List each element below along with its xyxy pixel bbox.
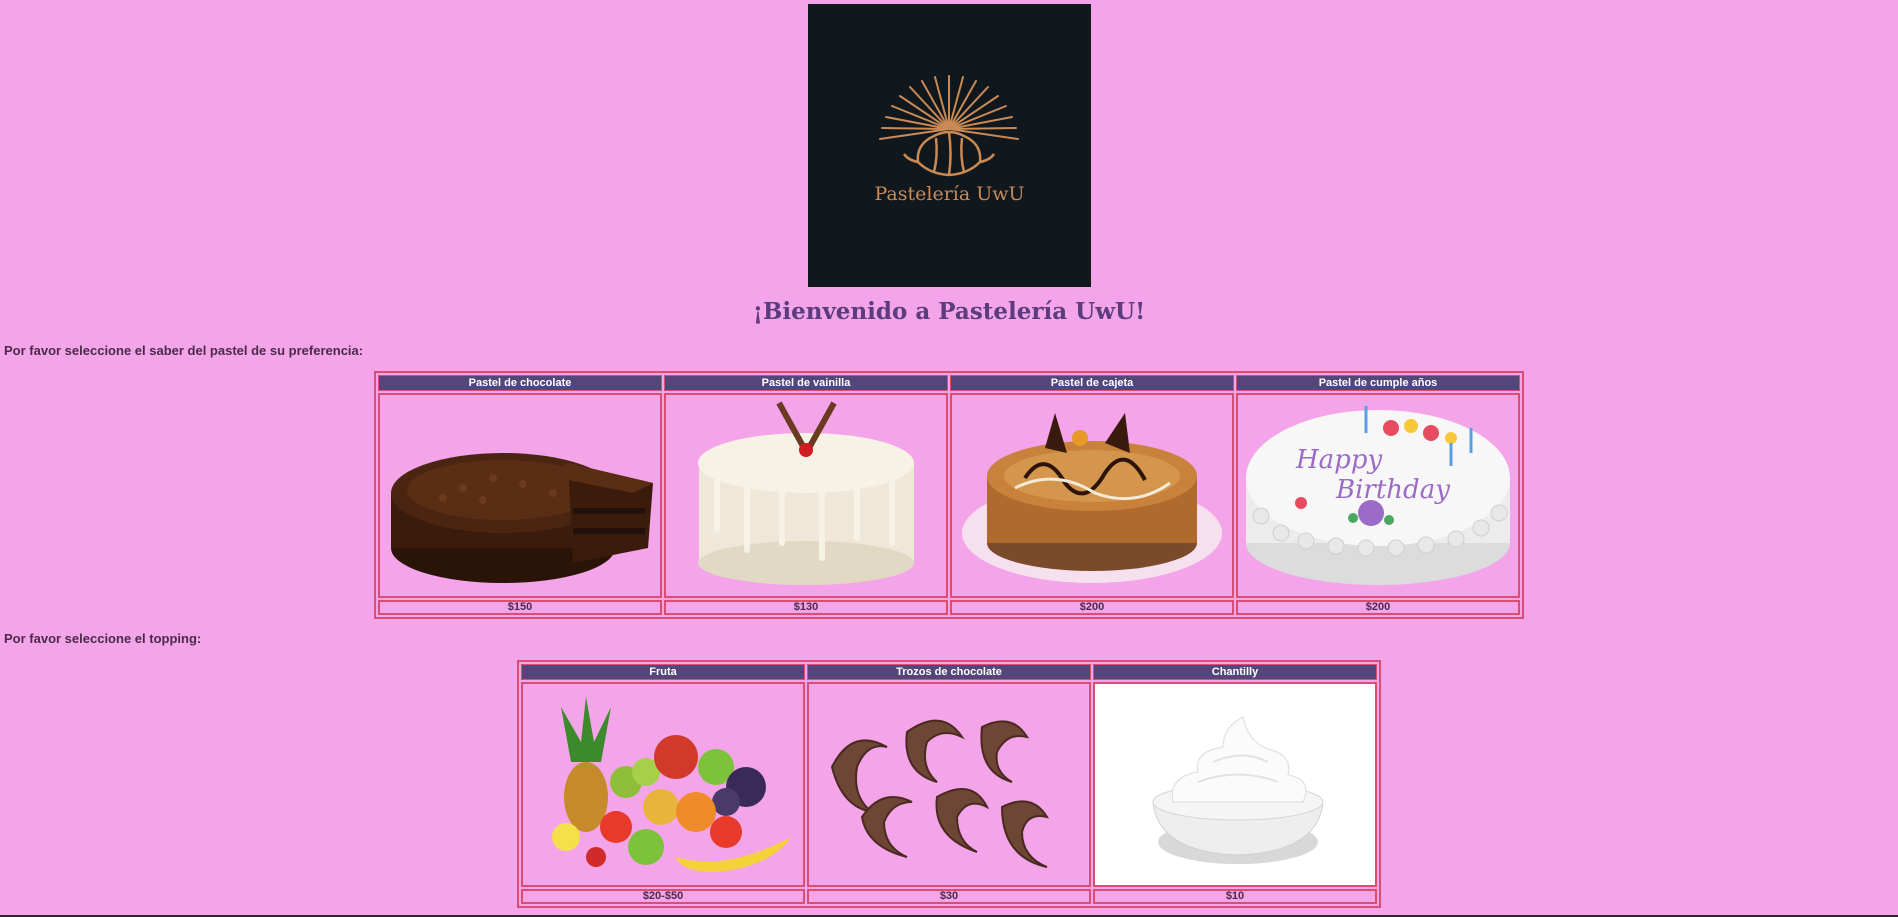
birthday-cake-cell[interactable]: Happy Birthday <box>1236 393 1520 598</box>
topping-price-fruit: $20-$50 <box>521 889 805 904</box>
svg-text:Happy: Happy <box>1295 445 1382 475</box>
cake-price-cajeta: $200 <box>950 600 1234 615</box>
fruit-image <box>551 697 791 872</box>
birthday-cake-image: Happy Birthday <box>1245 406 1510 585</box>
fruit-cell[interactable] <box>521 682 805 887</box>
logo: Pastelería UwU <box>808 4 1091 287</box>
topping-prompt: Por favor seleccione el topping: <box>4 631 202 646</box>
cake-prompt: Por favor seleccione el saber del pastel… <box>4 343 364 358</box>
cajeta-cake-image <box>961 413 1222 583</box>
cake-price-chocolate: $150 <box>378 600 662 615</box>
cake-header-vanilla: Pastel de vainilla <box>664 375 948 391</box>
cake-header-birthday: Pastel de cumple años <box>1236 375 1520 391</box>
croissant-logo-icon: Pastelería UwU <box>874 75 1025 205</box>
topping-header-chocolate: Trozos de chocolate <box>807 664 1091 680</box>
svg-text:Birthday: Birthday <box>1335 475 1450 505</box>
cake-price-vanilla: $130 <box>664 600 948 615</box>
svg-text:Pastelería UwU: Pastelería UwU <box>874 183 1024 205</box>
vanilla-cake-cell[interactable] <box>664 393 948 598</box>
topping-price-chantilly: $10 <box>1093 889 1377 904</box>
chocolate-curls-cell[interactable] <box>807 682 1091 887</box>
topping-header-chantilly: Chantilly <box>1093 664 1377 680</box>
chocolate-curls-image <box>830 719 1049 868</box>
topping-table: Fruta Trozos de chocolate Chantilly $20-… <box>517 660 1381 908</box>
topping-price-chocolate: $30 <box>807 889 1091 904</box>
cajeta-cake-cell[interactable] <box>950 393 1234 598</box>
topping-header-fruit: Fruta <box>521 664 805 680</box>
chocolate-cake-image <box>390 453 653 583</box>
vanilla-cake-image <box>697 401 914 585</box>
page-title: ¡Bienvenido a Pastelería UwU! <box>752 298 1146 325</box>
cake-header-chocolate: Pastel de chocolate <box>378 375 662 391</box>
chantilly-cell[interactable] <box>1093 682 1377 887</box>
chantilly-image <box>1097 687 1373 882</box>
cake-header-cajeta: Pastel de cajeta <box>950 375 1234 391</box>
cake-table: Pastel de chocolate Pastel de vainilla P… <box>374 371 1524 619</box>
chocolate-cake-cell[interactable] <box>378 393 662 598</box>
cake-price-birthday: $200 <box>1236 600 1520 615</box>
